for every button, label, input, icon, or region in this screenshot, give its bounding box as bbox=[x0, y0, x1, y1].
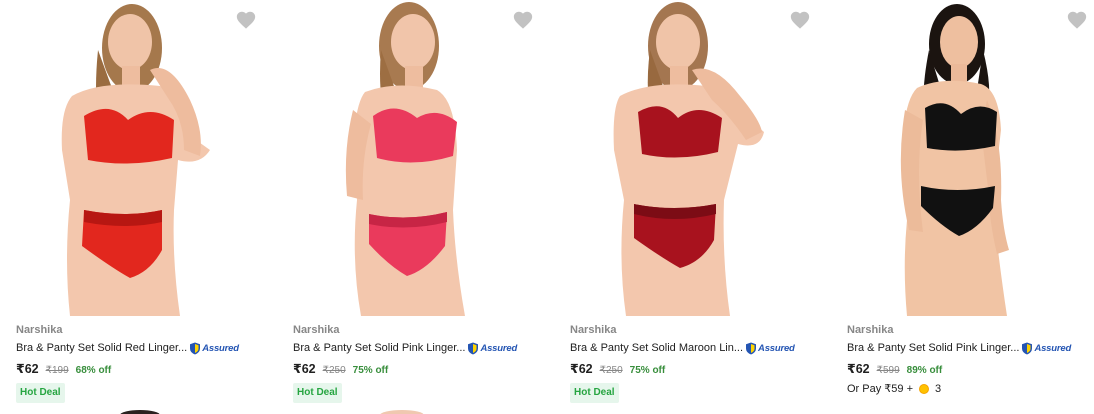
shield-icon bbox=[746, 342, 757, 354]
discount-percent: 68% off bbox=[75, 365, 112, 376]
product-image[interactable] bbox=[0, 0, 277, 316]
product-brand: Narshika bbox=[847, 324, 894, 336]
product-image[interactable] bbox=[831, 0, 1094, 316]
product-card[interactable]: Narshika Bra & Panty Set Solid Pink Ling… bbox=[277, 0, 554, 414]
selling-price: ₹62 bbox=[847, 362, 870, 376]
next-row-image-peek bbox=[380, 410, 424, 414]
heart-icon[interactable] bbox=[512, 9, 534, 31]
assured-badge: Assured bbox=[189, 341, 239, 355]
price-row: ₹62 ₹599 89% off bbox=[847, 361, 942, 376]
discount-percent: 89% off bbox=[906, 365, 943, 376]
product-title[interactable]: Bra & Panty Set Solid Pink Linger... bbox=[293, 342, 465, 354]
supercoin-icon bbox=[919, 383, 929, 394]
product-brand: Narshika bbox=[293, 324, 340, 336]
assured-badge: Assured bbox=[1021, 341, 1071, 355]
product-card[interactable]: Narshika Bra & Panty Set Solid Red Linge… bbox=[0, 0, 277, 414]
coin-count: 3 bbox=[935, 382, 942, 395]
product-title-row: Bra & Panty Set Solid Pink Linger... Ass… bbox=[293, 341, 517, 355]
product-title[interactable]: Bra & Panty Set Solid Red Linger... bbox=[16, 342, 187, 354]
original-price: ₹250 bbox=[599, 365, 623, 376]
product-title[interactable]: Bra & Panty Set Solid Maroon Lin... bbox=[570, 342, 743, 354]
assured-badge: Assured bbox=[467, 341, 517, 355]
original-price: ₹250 bbox=[322, 365, 346, 376]
hot-deal-badge: Hot Deal bbox=[16, 383, 65, 403]
price-row: ₹62 ₹250 75% off bbox=[293, 361, 388, 376]
hot-deal-badge: Hot Deal bbox=[570, 383, 619, 403]
product-card[interactable]: Narshika Bra & Panty Set Solid Pink Ling… bbox=[831, 0, 1094, 414]
product-title-row: Bra & Panty Set Solid Red Linger... Assu… bbox=[16, 341, 239, 355]
assured-label: Assured bbox=[480, 342, 518, 354]
product-image[interactable] bbox=[277, 0, 554, 316]
product-title-row: Bra & Panty Set Solid Maroon Lin... Assu… bbox=[570, 341, 795, 355]
product-card[interactable]: Narshika Bra & Panty Set Solid Maroon Li… bbox=[554, 0, 831, 414]
original-price: ₹599 bbox=[876, 365, 900, 376]
shield-icon bbox=[1022, 342, 1033, 354]
assured-label: Assured bbox=[1034, 342, 1072, 354]
heart-icon[interactable] bbox=[235, 9, 257, 31]
original-price: ₹199 bbox=[45, 365, 69, 376]
product-brand: Narshika bbox=[16, 324, 63, 336]
product-image[interactable] bbox=[554, 0, 831, 316]
discount-percent: 75% off bbox=[352, 365, 389, 376]
hot-deal-badge: Hot Deal bbox=[293, 383, 342, 403]
selling-price: ₹62 bbox=[570, 362, 593, 376]
assured-label: Assured bbox=[202, 342, 239, 354]
product-brand: Narshika bbox=[570, 324, 617, 336]
price-row: ₹62 ₹250 75% off bbox=[570, 361, 665, 376]
price-row: ₹62 ₹199 68% off bbox=[16, 361, 111, 376]
assured-badge: Assured bbox=[745, 341, 795, 355]
next-row-image-peek bbox=[120, 410, 160, 414]
selling-price: ₹62 bbox=[16, 362, 39, 376]
heart-icon[interactable] bbox=[1066, 9, 1088, 31]
product-title[interactable]: Bra & Panty Set Solid Pink Linger... bbox=[847, 342, 1019, 354]
or-pay-text: Or Pay ₹59 + bbox=[847, 383, 913, 395]
selling-price: ₹62 bbox=[293, 362, 316, 376]
assured-label: Assured bbox=[758, 342, 795, 354]
or-pay-offer: Or Pay ₹59 + 3 bbox=[847, 382, 942, 396]
shield-icon bbox=[468, 342, 479, 354]
heart-icon[interactable] bbox=[789, 9, 811, 31]
shield-icon bbox=[190, 342, 201, 354]
product-title-row: Bra & Panty Set Solid Pink Linger... Ass… bbox=[847, 341, 1071, 355]
product-grid: Narshika Bra & Panty Set Solid Red Linge… bbox=[0, 0, 1094, 414]
discount-percent: 75% off bbox=[629, 365, 666, 376]
